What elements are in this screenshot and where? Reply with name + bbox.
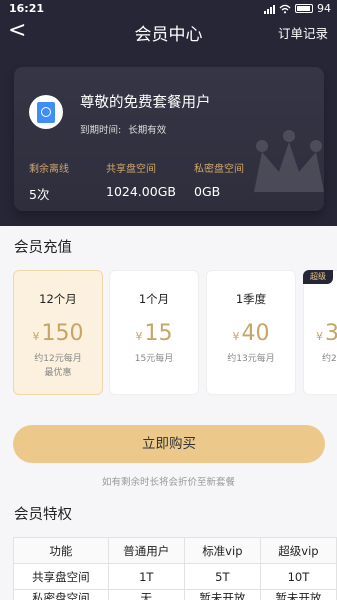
buy-now-button[interactable]: 立即购买 [13,425,325,463]
table-cell: 暂未开放 [183,589,261,600]
status-time: 16:21 [9,2,45,15]
plan-monthly-price: 约12元每月 [34,354,82,364]
plan-price: ¥150 [32,321,84,346]
top-nav: < 会员中心 订单记录 [0,18,337,46]
battery-icon [295,4,313,13]
prorate-hint: 如有剩余时长将会折价至新套餐 [101,477,235,488]
private-space-label: 私密盘空间 [194,164,244,175]
expiry-label: 到期时间: [80,125,122,136]
column-header: 普通用户 [107,537,185,564]
status-bar: 16:21 94 [0,0,337,18]
user-plan-name: 尊敬的免费套餐用户 [80,95,211,111]
expiry-info: 到期时间: 长期有效 [80,122,166,136]
table-cell: 1T [107,563,185,590]
membership-card: 尊敬的免费套餐用户 到期时间: 长期有效 剩余离线 5次 共享盘空间 1024.… [14,67,324,211]
plan-monthly-price: 约13元每月 [227,354,275,364]
table-cell: 私密盘空间 [13,589,109,600]
plan-list: 12个月 ¥150 约12元每月 最优惠 1个月 ¥15 15元每月 1季度 ¥… [13,270,337,396]
shared-space-value: 1024.00GB [106,184,176,199]
plan-name: 1季度 [235,292,267,306]
plan-name: 1个月 [138,292,170,306]
table-row: 私密盘空间 无 暂未开放 暂未开放 [13,589,337,600]
column-header: 标准vip [183,537,261,564]
plan-note: 最优惠 [44,368,72,378]
privileges-table: 功能 普通用户 标准vip 超级vip 共享盘空间 1T 5T 10T 私密盘空… [13,537,337,600]
offline-remaining-label: 剩余离线 [29,164,69,175]
expiry-value: 长期有效 [128,125,167,136]
book-icon [29,95,63,129]
table-cell: 共享盘空间 [13,563,109,590]
plan-price: ¥15 [135,321,173,346]
status-icons: 94 [264,2,331,15]
table-row: 共享盘空间 1T 5T 10T [13,563,337,590]
table-cell: 暂未开放 [259,589,337,600]
wifi-icon [279,4,291,13]
plan-monthly-price: 约2 [322,354,337,364]
offline-remaining-value: 5次 [29,187,50,202]
plan-name: 12个月 [39,292,77,306]
shared-space-label: 共享盘空间 [106,164,156,175]
plan-price: ¥40 [232,321,270,346]
plan-1-month[interactable]: 1个月 ¥15 15元每月 [109,270,199,395]
table-cell: 5T [183,563,261,590]
super-badge: 超级 [303,270,333,284]
table-header-row: 功能 普通用户 标准vip 超级vip [13,537,337,564]
column-header: 超级vip [259,537,337,564]
private-space-value: 0GB [194,184,221,199]
column-header: 功能 [13,537,109,564]
table-cell: 无 [107,589,185,600]
plan-price: ¥3 [316,321,337,346]
recharge-title: 会员充值 [14,240,72,256]
signal-icon [264,4,275,14]
order-history-link[interactable]: 订单记录 [278,23,328,42]
plan-1-quarter[interactable]: 1季度 ¥40 约13元每月 [206,270,296,395]
battery-level: 94 [317,2,331,15]
crown-icon [254,130,324,192]
privileges-title: 会员特权 [14,507,72,523]
plan-12-months[interactable]: 12个月 ¥150 约12元每月 最优惠 [13,270,103,395]
table-cell: 10T [259,563,337,590]
plan-super[interactable]: 超级 ¥3 约2 [303,270,337,395]
plan-monthly-price: 15元每月 [134,354,174,364]
